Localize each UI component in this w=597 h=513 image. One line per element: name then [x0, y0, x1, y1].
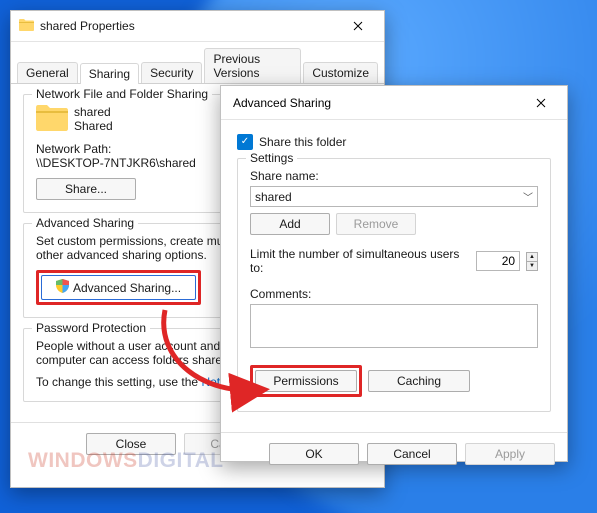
share-name-value: shared [255, 190, 292, 204]
folder-icon [19, 19, 34, 34]
share-name-label: Share name: [250, 169, 538, 183]
group-title-settings: Settings [246, 151, 297, 165]
dialog-title: Advanced Sharing [229, 96, 523, 110]
comments-textarea[interactable] [250, 304, 538, 348]
ok-button[interactable]: OK [269, 443, 359, 465]
share-name-select[interactable]: shared ﹀ [250, 186, 538, 207]
tab-general[interactable]: General [17, 62, 78, 83]
share-folder-checkbox[interactable]: ✓ [237, 134, 253, 150]
tab-strip: General Sharing Security Previous Versio… [11, 42, 384, 84]
limit-users-spinner[interactable]: ▲▼ [526, 252, 538, 271]
advanced-sharing-dialog: Advanced Sharing ✓ Share this folder Set… [220, 85, 568, 462]
uac-shield-icon [56, 279, 69, 296]
titlebar-parent[interactable]: shared Properties [11, 11, 384, 42]
folder-name: shared [74, 105, 113, 119]
share-folder-label: Share this folder [259, 135, 346, 149]
tab-security[interactable]: Security [141, 62, 202, 83]
window-title: shared Properties [40, 19, 340, 33]
limit-users-input[interactable] [476, 251, 520, 271]
highlight-permissions-btn: Permissions [250, 365, 362, 397]
highlight-advanced-btn: Advanced Sharing... [36, 270, 201, 305]
tab-previous-versions[interactable]: Previous Versions [204, 48, 301, 83]
group-title-password: Password Protection [32, 321, 150, 335]
dialog-close-icon[interactable] [523, 89, 559, 117]
chevron-down-icon: ﹀ [523, 189, 533, 204]
group-title-advanced: Advanced Sharing [32, 216, 138, 230]
permissions-button[interactable]: Permissions [255, 370, 357, 392]
close-icon[interactable] [340, 12, 376, 40]
close-button[interactable]: Close [86, 433, 176, 455]
add-button[interactable]: Add [250, 213, 330, 235]
dialog-cancel-button[interactable]: Cancel [367, 443, 457, 465]
group-title-network: Network File and Folder Sharing [32, 87, 212, 101]
advanced-sharing-button[interactable]: Advanced Sharing... [41, 275, 196, 300]
tab-customize[interactable]: Customize [303, 62, 378, 83]
dialog-footer: OK Cancel Apply [221, 432, 567, 475]
remove-button[interactable]: Remove [336, 213, 416, 235]
share-button[interactable]: Share... [36, 178, 136, 200]
comments-label: Comments: [250, 287, 538, 301]
folder-icon-large [36, 105, 68, 134]
titlebar-dialog[interactable]: Advanced Sharing [221, 86, 567, 120]
folder-status: Shared [74, 119, 113, 133]
advanced-sharing-label: Advanced Sharing... [73, 281, 181, 295]
limit-users-label: Limit the number of simultaneous users t… [250, 247, 470, 275]
caching-button[interactable]: Caching [368, 370, 470, 392]
dialog-apply-button[interactable]: Apply [465, 443, 555, 465]
settings-group: Settings Share name: shared ﹀ Add Remove… [237, 158, 551, 412]
tab-sharing[interactable]: Sharing [80, 63, 139, 84]
